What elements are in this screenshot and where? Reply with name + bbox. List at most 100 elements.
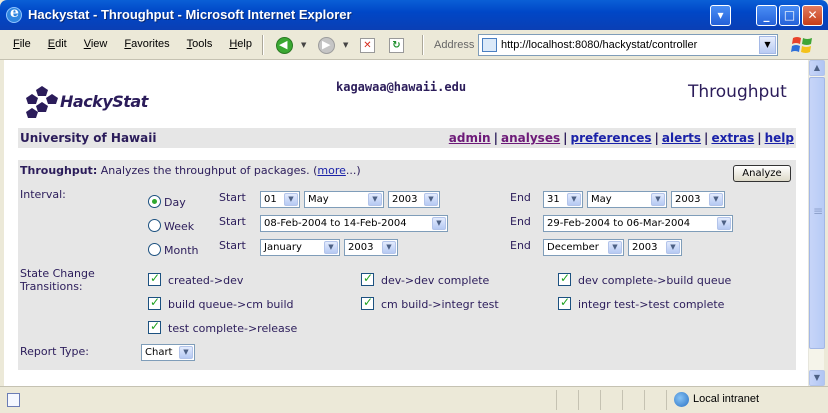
day-end-day-select[interactable]: 31 ▼ <box>543 191 583 208</box>
chevron-down-icon: ▼ <box>432 217 446 230</box>
forward-arrow-icon[interactable] <box>318 37 335 54</box>
page-title: Throughput <box>688 82 787 102</box>
nav-link-help[interactable]: help <box>765 131 794 145</box>
day-start-month-select[interactable]: May ▼ <box>304 191 384 208</box>
interval-week-label: Week <box>164 220 195 233</box>
forward-dropdown-icon[interactable]: ▼ <box>343 41 348 49</box>
chevron-down-icon: ▼ <box>324 241 338 254</box>
chevron-down-icon: ▼ <box>284 193 298 206</box>
interval-month-radio[interactable] <box>148 243 161 256</box>
status-divider <box>644 390 645 410</box>
intranet-globe-icon <box>674 392 689 407</box>
analysis-description: Throughput: Analyzes the throughput of p… <box>20 164 361 177</box>
transition-checkbox[interactable] <box>148 271 161 286</box>
nav-link-extras[interactable]: extras <box>711 131 754 145</box>
interval-week-radio[interactable] <box>148 219 161 232</box>
transition-checkbox[interactable] <box>148 319 161 334</box>
interval-day-radio[interactable] <box>148 195 161 208</box>
day-end-year-select[interactable]: 2003 ▼ <box>671 191 725 208</box>
day-start-day-select[interactable]: 01 ▼ <box>260 191 300 208</box>
chevron-down-icon: ▼ <box>382 241 396 254</box>
menu-file[interactable]: File <box>13 38 31 50</box>
toolbar-separator <box>262 35 264 55</box>
analysis-name: Throughput: <box>20 164 98 177</box>
nav-links: admin | analyses | preferences | alerts | extras… <box>449 131 794 145</box>
address-bar[interactable]: http://localhost:8080/hackystat/controll… <box>478 34 778 56</box>
interval-day-label: Day <box>164 196 186 209</box>
toolbar-separator <box>422 35 424 55</box>
page-icon <box>482 38 497 52</box>
day-end-month-select[interactable]: May ▼ <box>587 191 667 208</box>
address-url[interactable]: http://localhost:8080/hackystat/controll… <box>501 39 697 51</box>
chevron-down-icon: ▼ <box>567 193 581 206</box>
close-button[interactable]: ✕ <box>802 5 823 26</box>
month-end-month-select[interactable]: December ▼ <box>543 239 624 256</box>
analysis-panel: Throughput: Analyzes the throughput of p… <box>18 160 796 370</box>
week-end-label: End <box>510 215 531 228</box>
more-link[interactable]: more <box>317 164 346 177</box>
back-arrow-icon[interactable] <box>276 37 293 54</box>
transition-checkbox[interactable] <box>148 295 161 310</box>
month-end-label: End <box>510 239 531 252</box>
chevron-down-icon: ▼ <box>368 193 382 206</box>
nav-link-admin[interactable]: admin <box>449 131 491 145</box>
month-start-label: Start <box>219 239 246 252</box>
back-dropdown-icon[interactable]: ▼ <box>301 41 306 49</box>
scroll-down-icon[interactable]: ▼ <box>809 370 825 386</box>
menu-favorites[interactable]: Favorites <box>124 38 169 50</box>
month-start-month-select[interactable]: January ▼ <box>260 239 340 256</box>
address-label: Address <box>434 39 475 51</box>
nav-link-preferences[interactable]: preferences <box>571 131 652 145</box>
minimize-button[interactable]: _ <box>756 5 777 26</box>
title-bar: Hackystat - Throughput - Microsoft Inter… <box>0 0 828 30</box>
day-start-year-select[interactable]: 2003 ▼ <box>388 191 440 208</box>
status-divider <box>556 390 557 410</box>
transition-label: dev complete->build queue <box>578 274 732 287</box>
analyze-button[interactable]: Analyze <box>733 165 791 182</box>
status-divider <box>600 390 601 410</box>
stop-icon[interactable]: ✕ <box>360 38 375 53</box>
logo-text: HackyStat <box>60 92 148 111</box>
document-icon <box>7 393 20 407</box>
transition-checkbox[interactable] <box>558 271 571 286</box>
more-suffix: ...) <box>345 164 361 177</box>
menu-edit[interactable]: Edit <box>48 38 67 50</box>
nav-separator: | <box>757 131 762 145</box>
nav-link-analyses[interactable]: analyses <box>501 131 560 145</box>
chevron-down-icon: ▼ <box>709 193 723 206</box>
week-end-select[interactable]: 29-Feb-2004 to 06-Mar-2004 ▼ <box>543 215 733 232</box>
month-end-year-select[interactable]: 2003 ▼ <box>628 239 682 256</box>
menu-tools[interactable]: Tools <box>187 38 213 50</box>
transition-label: build queue->cm build <box>168 298 294 311</box>
status-divider <box>622 390 623 410</box>
window-menu-button[interactable]: ▾ <box>710 5 731 26</box>
month-start-year-select[interactable]: 2003 ▼ <box>344 239 398 256</box>
transition-label: integr test->test complete <box>578 298 725 311</box>
maximize-button[interactable]: □ <box>779 5 800 26</box>
scrollbar-thumb[interactable] <box>809 77 825 349</box>
user-email: kagawaa@hawaii.edu <box>336 80 467 94</box>
security-zone: Local intranet <box>693 393 760 405</box>
vertical-scrollbar[interactable]: ▲ ▼ <box>808 60 825 386</box>
week-start-label: Start <box>219 215 246 228</box>
status-divider <box>666 390 667 410</box>
transition-label: created->dev <box>168 274 244 287</box>
menu-help[interactable]: Help <box>229 38 252 50</box>
page-content: HackyStat kagawaa@hawaii.edu Throughput … <box>4 60 808 386</box>
scroll-up-icon[interactable]: ▲ <box>809 60 825 76</box>
report-type-select[interactable]: Chart ▼ <box>141 344 195 361</box>
refresh-icon[interactable]: ↻ <box>389 38 404 53</box>
chevron-down-icon: ▼ <box>179 346 193 359</box>
transition-label: cm build->integr test <box>381 298 499 311</box>
organization-name: University of Hawaii <box>20 131 157 145</box>
nav-link-alerts[interactable]: alerts <box>662 131 701 145</box>
transition-checkbox[interactable] <box>361 295 374 310</box>
transition-checkbox[interactable] <box>361 271 374 286</box>
analysis-description-text: Analyzes the throughput of packages. ( <box>97 164 318 177</box>
menu-view[interactable]: View <box>84 38 108 50</box>
transition-checkbox[interactable] <box>558 295 571 310</box>
week-start-select[interactable]: 08-Feb-2004 to 14-Feb-2004 ▼ <box>260 215 448 232</box>
status-bar: Local intranet <box>0 386 828 413</box>
chevron-down-icon: ▼ <box>666 241 680 254</box>
address-dropdown-icon[interactable]: ▼ <box>759 36 776 54</box>
